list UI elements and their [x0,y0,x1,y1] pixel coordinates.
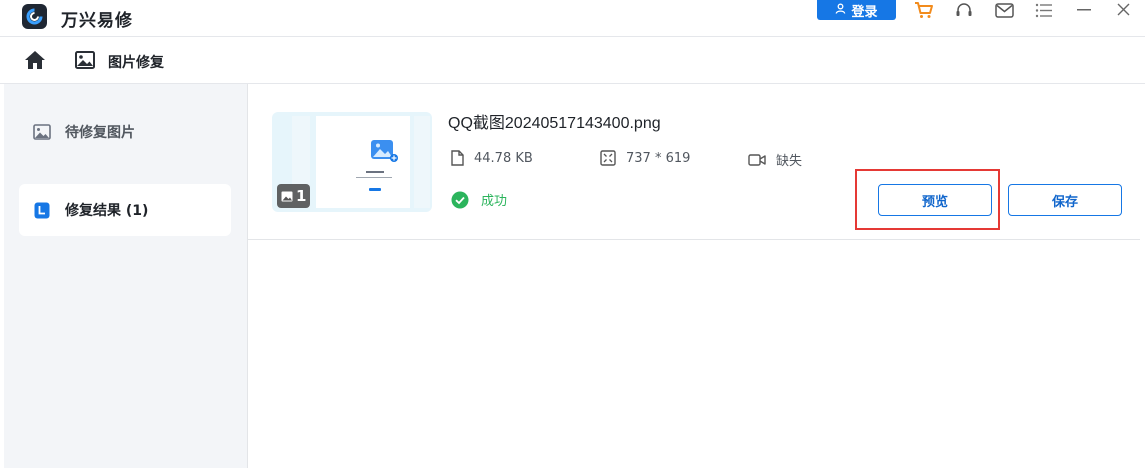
screenshot-preview [316,116,410,208]
login-button[interactable]: 登录 [817,0,896,20]
resolution-icon [600,150,616,166]
check-circle-icon [451,191,469,208]
image-count-badge: 1 [277,184,311,208]
list-item: 1 QQ截图20240517143400.png 44.78 KB 737 * … [248,84,1140,240]
close-icon[interactable] [1112,0,1134,20]
breadcrumb: 图片修复 [0,36,1145,84]
main-content: 1 QQ截图20240517143400.png 44.78 KB 737 * … [248,84,1145,468]
image-thumbnail[interactable]: 1 [272,112,432,212]
image-icon [75,51,95,69]
file-name: QQ截图20240517143400.png [448,115,661,132]
picture-icon [371,140,398,162]
file-size-value: 44.78 KB [474,150,533,166]
title-bar: 万兴易修 登录 [0,0,1145,36]
sidebar-item-pending-images[interactable]: 待修复图片 [19,106,231,158]
file-size: 44.78 KB [451,150,533,166]
login-label: 登录 [851,4,878,20]
dimensions-value: 737 * 619 [626,150,691,166]
home-icon[interactable] [24,50,46,70]
image-count: 1 [296,187,307,205]
minimize-icon[interactable] [1073,0,1095,20]
result-icon [33,201,51,219]
image-dimensions: 737 * 619 [600,150,690,166]
page-title: 图片修复 [108,55,164,71]
user-icon [835,3,846,18]
video-status-value: 缺失 [776,154,803,169]
sidebar: 待修复图片 修复结果 (1) [4,84,248,468]
sidebar-item-label: 修复结果 (1) [65,203,149,219]
save-button[interactable]: 保存 [1008,184,1122,216]
image-icon [281,191,293,201]
headset-icon[interactable] [953,0,975,20]
status-badge: 成功 [451,190,507,209]
app-title: 万兴易修 [61,11,133,31]
image-icon [33,123,51,141]
status-text: 成功 [481,194,508,209]
preview-button[interactable]: 预览 [878,184,992,216]
menu-icon[interactable] [1033,0,1055,20]
sidebar-item-label: 待修复图片 [65,125,135,141]
app-logo-icon [22,4,47,29]
video-info: 缺失 [748,150,802,169]
file-icon [451,150,464,166]
cart-icon[interactable] [913,0,935,20]
mail-icon[interactable] [993,0,1015,20]
video-camera-icon [748,153,766,166]
sidebar-item-repair-results[interactable]: 修复结果 (1) [19,184,231,236]
